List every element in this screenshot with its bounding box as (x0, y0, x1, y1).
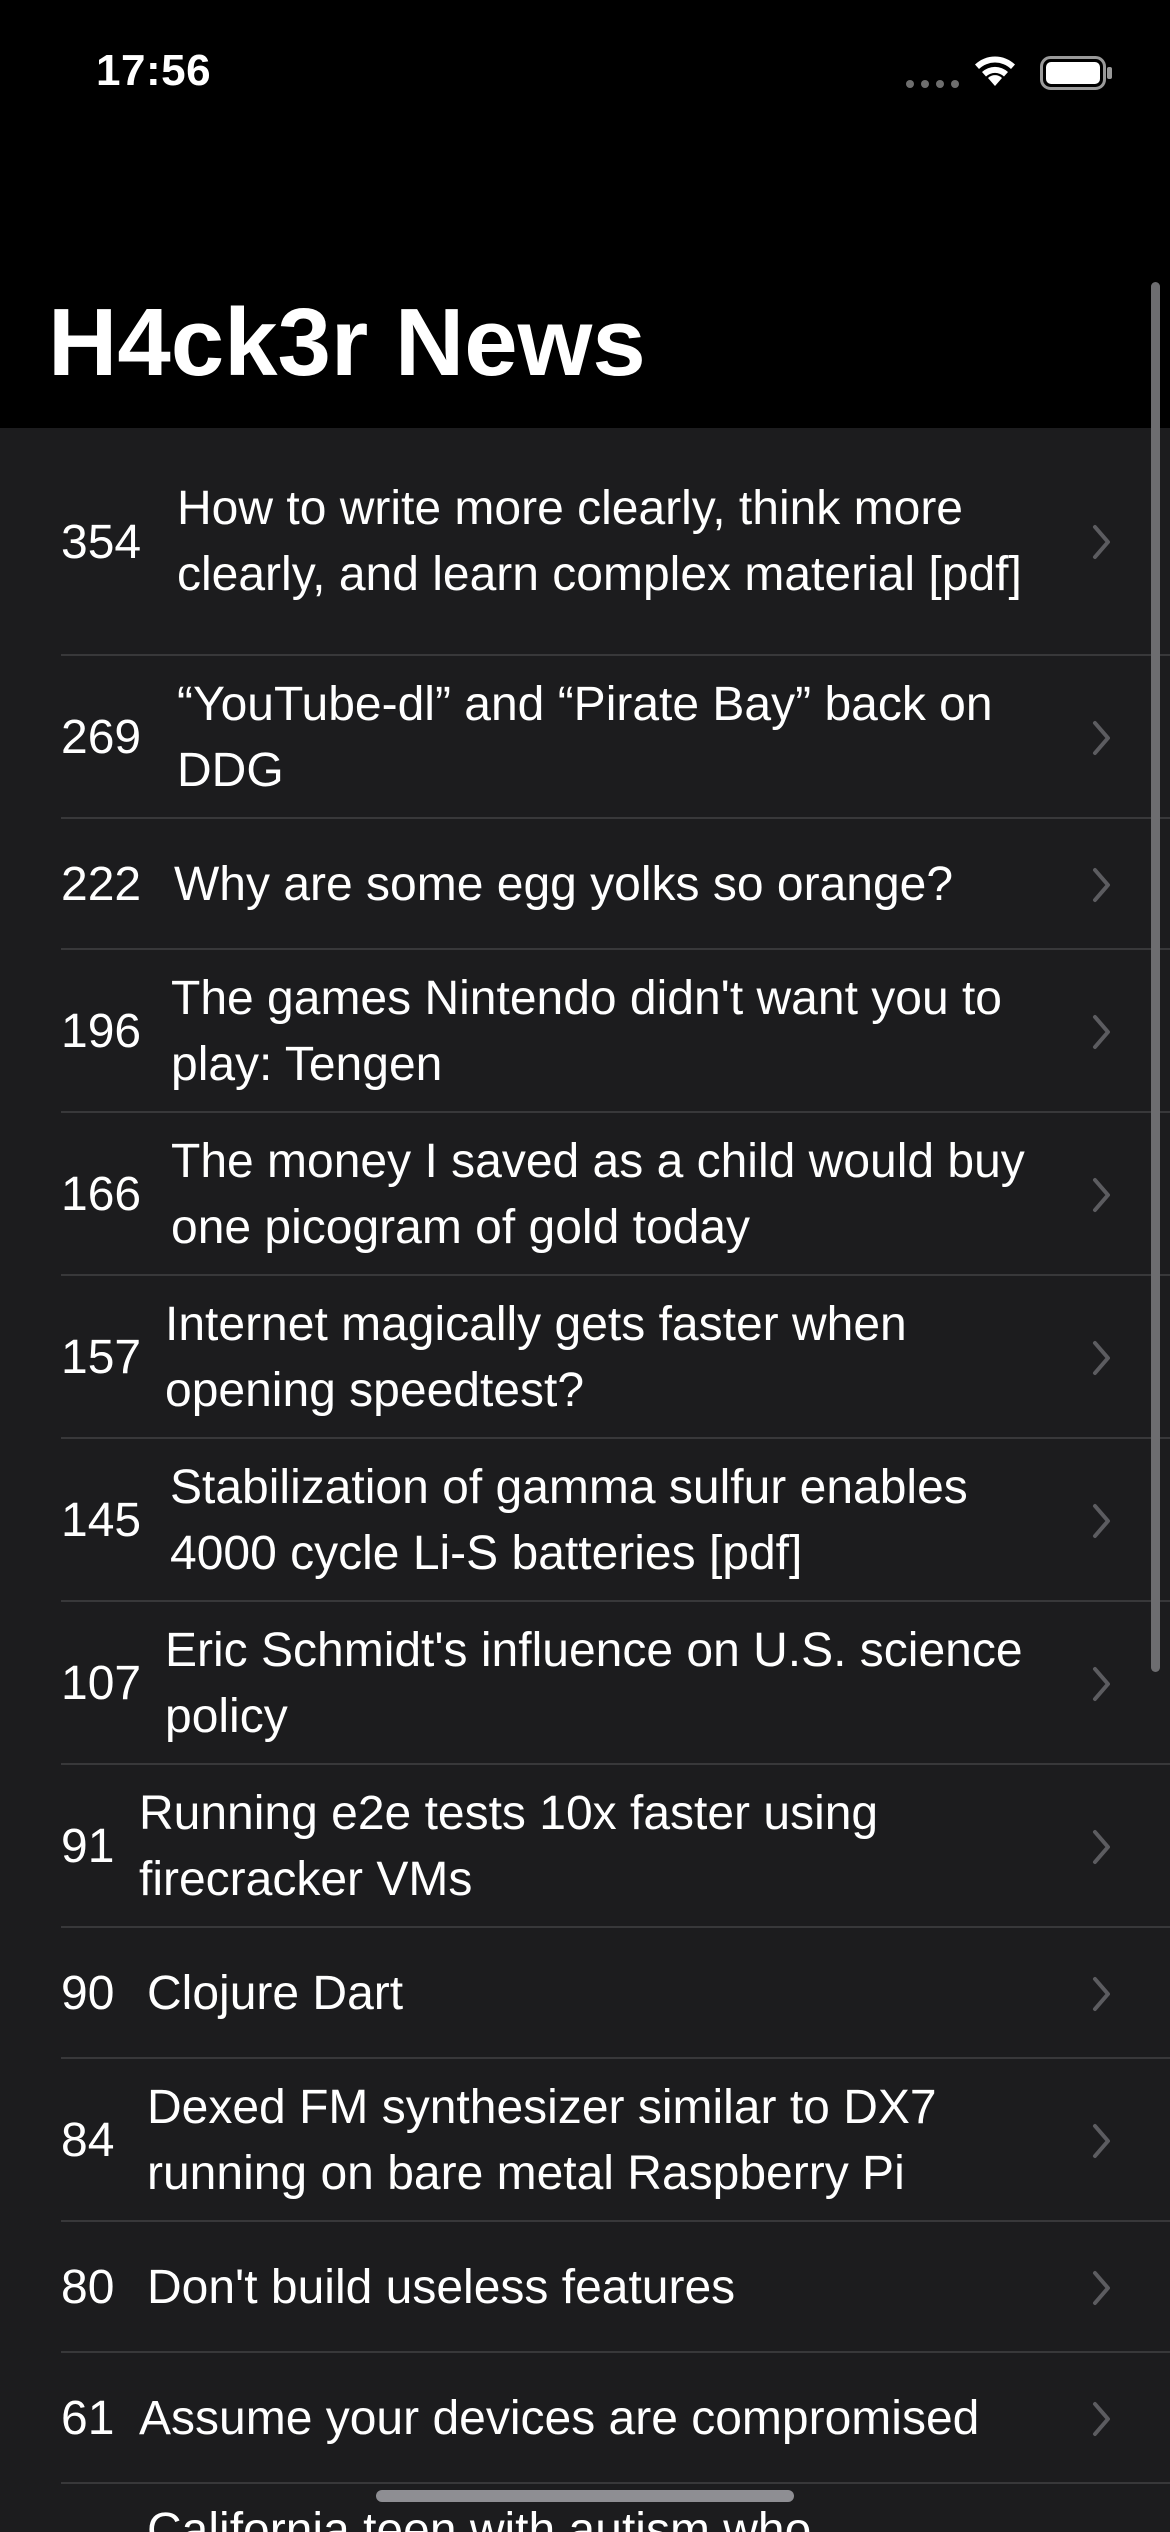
story-row[interactable]: 145 Stabilization of gamma sulfur enable… (0, 1439, 1170, 1602)
story-title: How to write more clearly, think more cl… (177, 482, 1022, 601)
story-title: Dexed FM synthesizer similar to DX7 runn… (147, 2080, 937, 2200)
story-row[interactable]: 269 “YouTube-dl” and “Pirate Bay” back o… (0, 656, 1170, 819)
story-list[interactable]: 354 How to write more clearly, think mor… (0, 428, 1170, 2532)
story-row[interactable]: 80 Don't build useless features (0, 2222, 1170, 2353)
chevron-right-icon (1093, 2401, 1110, 2436)
story-row[interactable]: 166 The money I saved as a child would b… (0, 1113, 1170, 1276)
wifi-icon (975, 56, 1015, 86)
story-title: Why are some egg yolks so orange? (174, 857, 954, 911)
chevron-right-icon (1093, 1503, 1110, 1538)
story-points: 354 (61, 515, 142, 569)
chevron-right-icon (1093, 1976, 1110, 2011)
story-title: Don't build useless features (147, 2260, 736, 2314)
story-title: Running e2e tests 10x faster using firec… (139, 1786, 879, 1906)
home-indicator[interactable] (376, 2490, 794, 2502)
story-row[interactable]: 222 Why are some egg yolks so orange? (0, 819, 1170, 950)
story-points: 269 (61, 711, 142, 764)
story-title: Clojure Dart (147, 1966, 404, 2020)
story-row[interactable]: 91 Running e2e tests 10x faster using fi… (0, 1765, 1170, 1928)
chevron-right-icon (1093, 1829, 1110, 1864)
chevron-right-icon (1093, 1666, 1110, 1701)
story-row[interactable]: 84 Dexed FM synthesizer similar to DX7 r… (0, 2059, 1170, 2222)
story-title: Assume your devices are compromised (139, 2391, 980, 2445)
page-title: H4ck3r News (48, 289, 646, 396)
story-title: Internet magically gets faster when open… (165, 1297, 907, 1417)
story-title: Eric Schmidt's influence on U.S. science… (165, 1623, 1023, 1743)
story-points: 80 (61, 2261, 115, 2314)
chevron-right-icon (1093, 720, 1110, 755)
chevron-right-icon (1093, 2123, 1110, 2158)
story-points: 91 (61, 1820, 115, 1873)
story-title: California teen with autism who (147, 2504, 812, 2532)
story-points: 107 (61, 1657, 142, 1710)
story-row[interactable]: 354 How to write more clearly, think mor… (0, 428, 1170, 656)
story-row[interactable]: 196 The games Nintendo didn't want you t… (0, 950, 1170, 1113)
story-points: 166 (61, 1168, 142, 1221)
chevron-right-icon (1093, 1177, 1110, 1212)
scrollbar[interactable] (1151, 282, 1160, 1672)
battery-icon (1040, 56, 1112, 90)
cellular-signal-icon (906, 80, 959, 88)
story-title: The games Nintendo didn't want you to pl… (171, 971, 1002, 1091)
story-points: 157 (61, 1331, 142, 1384)
story-row[interactable]: 157 Internet magically gets faster when … (0, 1276, 1170, 1439)
story-points: 84 (61, 2114, 115, 2167)
chevron-right-icon (1093, 525, 1110, 559)
story-row[interactable]: 61 Assume your devices are compromised (0, 2353, 1170, 2484)
story-title: The money I saved as a child would buy o… (171, 1134, 1025, 1254)
story-points: 90 (61, 1967, 115, 2020)
status-bar: 17:56 (0, 0, 1170, 150)
story-title: Stabilization of gamma sulfur enables 40… (170, 1460, 968, 1580)
chevron-right-icon (1093, 1014, 1110, 1049)
story-points: 145 (61, 1494, 142, 1547)
status-time: 17:56 (96, 46, 212, 95)
chevron-right-icon (1093, 1340, 1110, 1375)
story-row[interactable]: 107 Eric Schmidt's influence on U.S. sci… (0, 1602, 1170, 1765)
chevron-right-icon (1093, 2270, 1110, 2305)
story-row[interactable]: 90 Clojure Dart (0, 1928, 1170, 2059)
story-points: 222 (61, 858, 142, 911)
chevron-right-icon (1093, 867, 1110, 902)
story-points: 196 (61, 1005, 142, 1058)
story-points: 61 (61, 2392, 115, 2445)
story-title: “YouTube-dl” and “Pirate Bay” back on DD… (177, 677, 993, 797)
